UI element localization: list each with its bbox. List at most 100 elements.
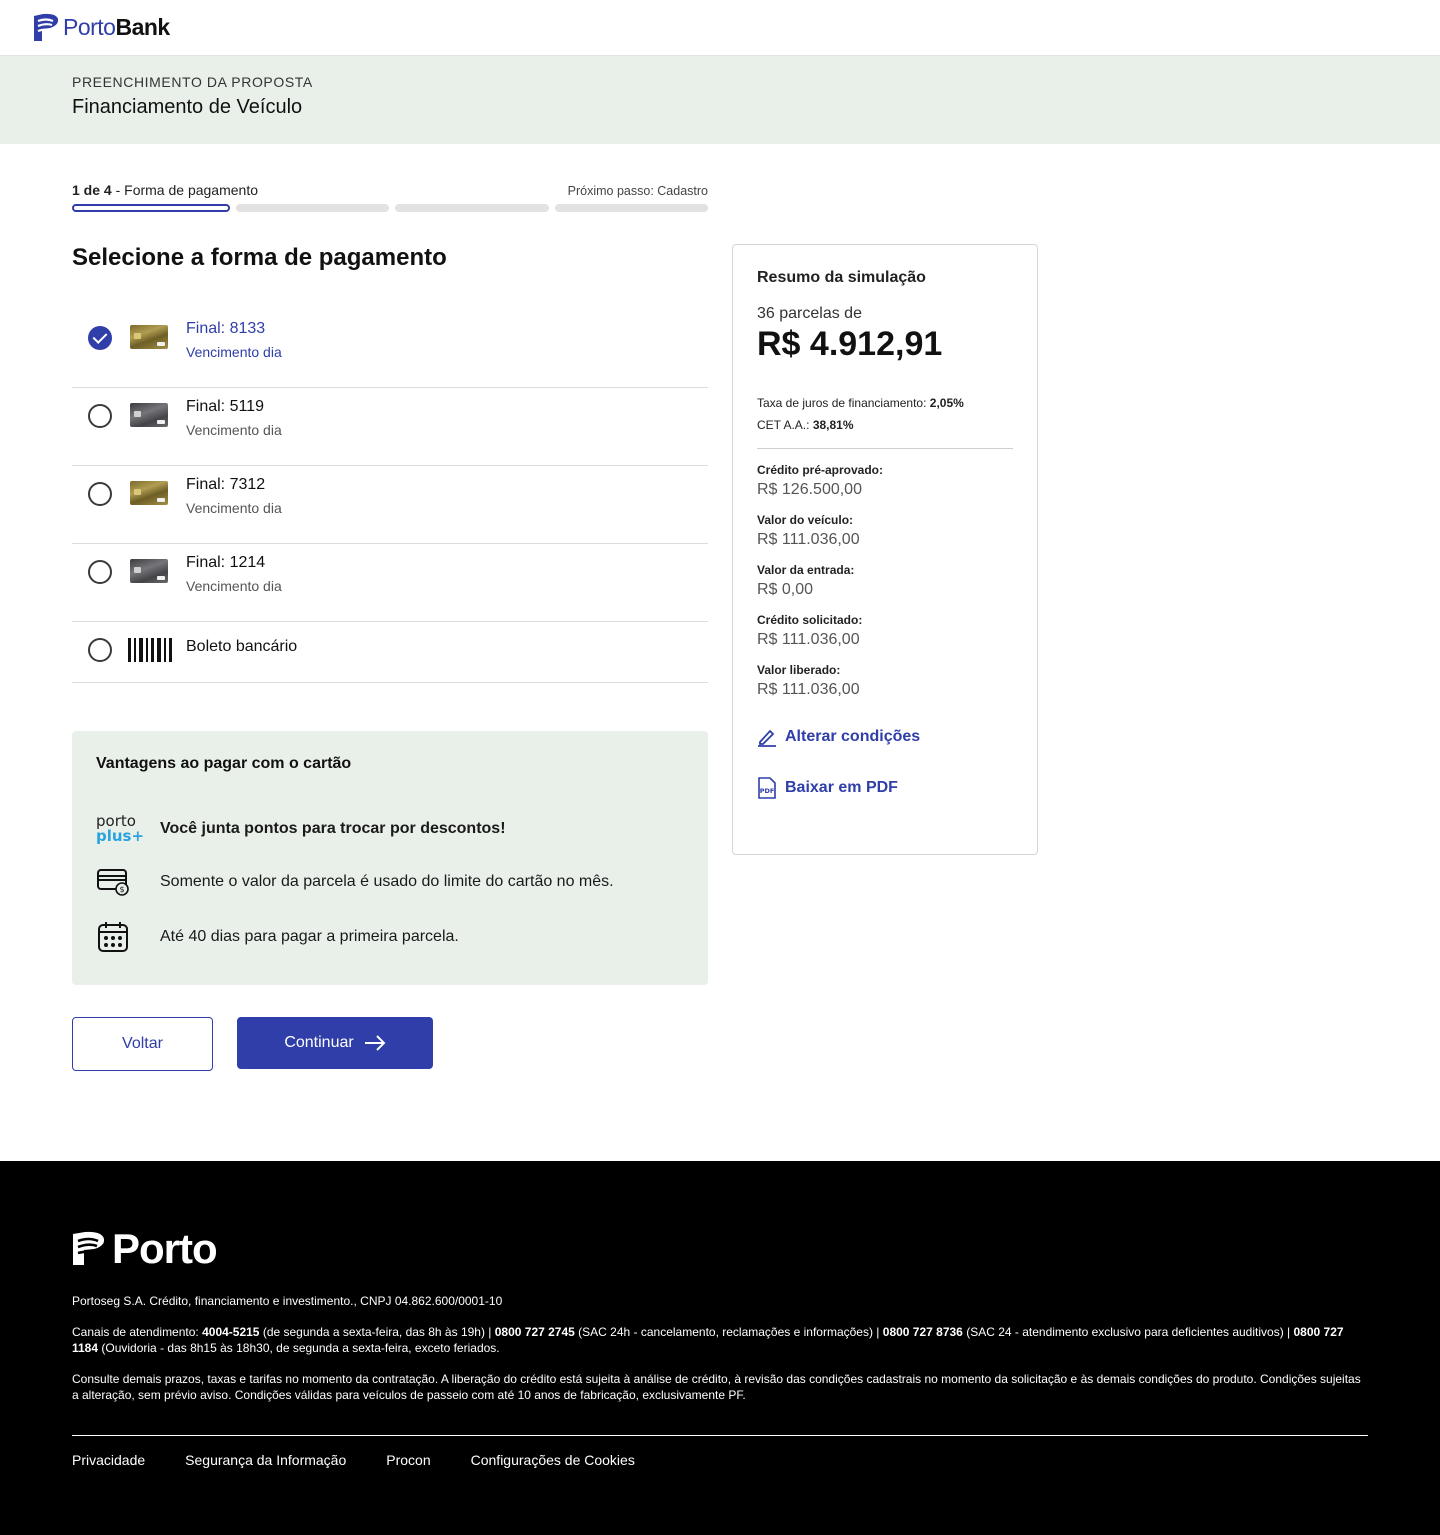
payment-option-subtitle: Vencimento dia: [186, 500, 282, 516]
cookie-settings-link[interactable]: Configurações de Cookies: [471, 1452, 635, 1468]
rates-info: Taxa de juros de financiamento: 2,05% CE…: [757, 392, 1013, 436]
security-link[interactable]: Segurança da Informação: [185, 1452, 346, 1468]
page-header: PREENCHIMENTO DA PROPOSTA Financiamento …: [0, 56, 1440, 144]
card-advantages-box: Vantagens ao pagar com o cartão porto plu…: [72, 731, 708, 985]
step-count: 1 de 4: [72, 182, 112, 198]
continue-label: Continuar: [284, 1034, 354, 1051]
back-button[interactable]: Voltar: [72, 1017, 213, 1071]
summary-title: Resumo da simulação: [757, 269, 926, 286]
field-value: R$ 111.036,00: [757, 681, 860, 698]
action-buttons: Voltar Continuar: [72, 1017, 708, 1071]
barcode-icon: [128, 638, 172, 662]
top-bar: PortoBank: [0, 0, 1440, 56]
brand-wordmark: PortoBank: [63, 14, 170, 41]
cet-rate: CET A.A.: 38,81%: [757, 418, 854, 432]
installment-amount: R$ 4.912,91: [757, 325, 943, 363]
field-value: R$ 0,00: [757, 581, 814, 598]
brand-bank-text: Bank: [115, 14, 170, 40]
payment-option-subtitle: Vencimento dia: [186, 578, 282, 594]
payment-option-subtitle: Vencimento dia: [186, 344, 282, 360]
continue-button[interactable]: Continuar: [237, 1017, 433, 1069]
field-label: Valor liberado:: [757, 663, 841, 677]
step-indicator: 1 de 4 - Forma de pagamento: [72, 182, 258, 198]
advantages-title: Vantagens ao pagar com o cartão: [96, 755, 352, 772]
calendar-icon: [96, 919, 144, 955]
porto-logo-icon: [73, 1231, 105, 1265]
company-info: Portoseg S.A. Crédito, financiamento e i…: [72, 1294, 503, 1308]
pdf-file-icon: PDF: [758, 777, 776, 799]
payment-option-card-7312[interactable]: Final: 7312 Vencimento dia: [72, 466, 708, 544]
payment-option-card-5119[interactable]: Final: 5119 Vencimento dia: [72, 388, 708, 466]
payment-option-title: Boleto bancário: [186, 638, 298, 655]
payment-option-card-1214[interactable]: Final: 1214 Vencimento dia: [72, 544, 708, 622]
section-title: Selecione a forma de pagamento: [72, 244, 447, 271]
payment-column: 1 de 4 - Forma de pagamento Próximo pass…: [72, 176, 708, 1071]
progress-segment-1: [72, 204, 230, 212]
change-conditions-link[interactable]: Alterar condições: [757, 727, 1013, 747]
porto-footer-logo: Porto: [72, 1225, 1368, 1273]
porto-bank-logo[interactable]: PortoBank: [32, 13, 170, 43]
field-value: R$ 126.500,00: [757, 481, 862, 498]
step-progress-bar: [72, 204, 708, 212]
next-step-label: Próximo passo: Cadastro: [567, 184, 708, 198]
field-label: Crédito solicitado:: [757, 613, 863, 627]
porto-plus-logo: porto plus+: [96, 812, 145, 845]
step-label: - Forma de pagamento: [111, 182, 258, 198]
credit-card-image: [130, 481, 168, 505]
brand-porto-text: Porto: [63, 14, 116, 40]
advantage-text: Até 40 dias para pagar a primeira parcel…: [160, 928, 459, 945]
legal-terms: Consulte demais prazos, taxas e tarifas …: [72, 1372, 1361, 1402]
payment-option-title: Final: 7312: [186, 476, 266, 493]
download-pdf-link[interactable]: PDF Baixar em PDF: [757, 777, 1013, 799]
radio-unchecked-icon[interactable]: [88, 638, 112, 662]
footer-logo-text: Porto: [112, 1225, 218, 1272]
download-pdf-label: Baixar em PDF: [785, 779, 898, 796]
footer-links: Privacidade Segurança da Informação Proc…: [72, 1452, 1368, 1468]
footer: Porto Portoseg S.A. Crédito, financiamen…: [0, 1161, 1440, 1535]
summary-field-vehicle-value: Valor do veículo: R$ 111.036,00: [757, 513, 1013, 549]
radio-unchecked-icon[interactable]: [88, 482, 112, 506]
field-label: Crédito pré-aprovado:: [757, 463, 884, 477]
procon-link[interactable]: Procon: [386, 1452, 430, 1468]
credit-card-image: [130, 559, 168, 583]
summary-divider: [757, 448, 1013, 449]
simulation-summary: Resumo da simulação 36 parcelas de R$ 4.…: [732, 244, 1038, 855]
progress-segment-2: [235, 204, 389, 212]
payment-options-list: Final: 8133 Vencimento dia Final: 5119 V…: [72, 310, 708, 683]
summary-field-preapproved: Crédito pré-aprovado: R$ 126.500,00: [757, 463, 1013, 499]
stepper-header: 1 de 4 - Forma de pagamento Próximo pass…: [72, 176, 708, 198]
payment-option-card-8133[interactable]: Final: 8133 Vencimento dia: [72, 310, 708, 388]
summary-field-down-payment: Valor da entrada: R$ 0,00: [757, 563, 1013, 599]
credit-card-icon: $: [96, 864, 144, 900]
radio-checked-icon[interactable]: [88, 326, 112, 350]
advantage-item-days: Até 40 dias para pagar a primeira parcel…: [96, 919, 459, 955]
payment-option-title: Final: 5119: [186, 398, 264, 415]
progress-segment-4: [554, 204, 708, 212]
summary-field-requested-credit: Crédito solicitado: R$ 111.036,00: [757, 613, 1013, 649]
arrow-right-icon: [364, 1035, 386, 1051]
advantage-text: Somente o valor da parcela é usado do li…: [160, 873, 614, 890]
porto-logo-icon: [34, 13, 59, 41]
field-value: R$ 111.036,00: [757, 631, 860, 648]
advantage-item-limit: $ Somente o valor da parcela é usado do …: [96, 864, 614, 900]
footer-divider: [72, 1435, 1368, 1436]
field-label: Valor do veículo:: [757, 513, 854, 527]
privacy-link[interactable]: Privacidade: [72, 1452, 145, 1468]
field-value: R$ 111.036,00: [757, 531, 860, 548]
credit-card-image: [130, 403, 168, 427]
pencil-icon: [758, 729, 776, 747]
radio-unchecked-icon[interactable]: [88, 560, 112, 584]
payment-option-title: Final: 1214: [186, 554, 266, 571]
field-label: Valor da entrada:: [757, 563, 855, 577]
header-eyebrow: PREENCHIMENTO DA PROPOSTA: [72, 74, 313, 90]
installments-label: 36 parcelas de: [757, 305, 862, 322]
change-conditions-label: Alterar condições: [785, 728, 921, 745]
svg-text:$: $: [119, 885, 124, 894]
radio-unchecked-icon[interactable]: [88, 404, 112, 428]
payment-option-boleto[interactable]: Boleto bancário: [72, 622, 708, 683]
main-content: 1 de 4 - Forma de pagamento Próximo pass…: [0, 144, 1440, 1161]
advantage-item-points: porto plus+ Você junta pontos para trocar…: [96, 811, 506, 847]
payment-option-subtitle: Vencimento dia: [186, 422, 282, 438]
service-channels: Canais de atendimento: 4004-5215 (de seg…: [72, 1325, 1344, 1355]
payment-option-title: Final: 8133: [186, 320, 266, 337]
